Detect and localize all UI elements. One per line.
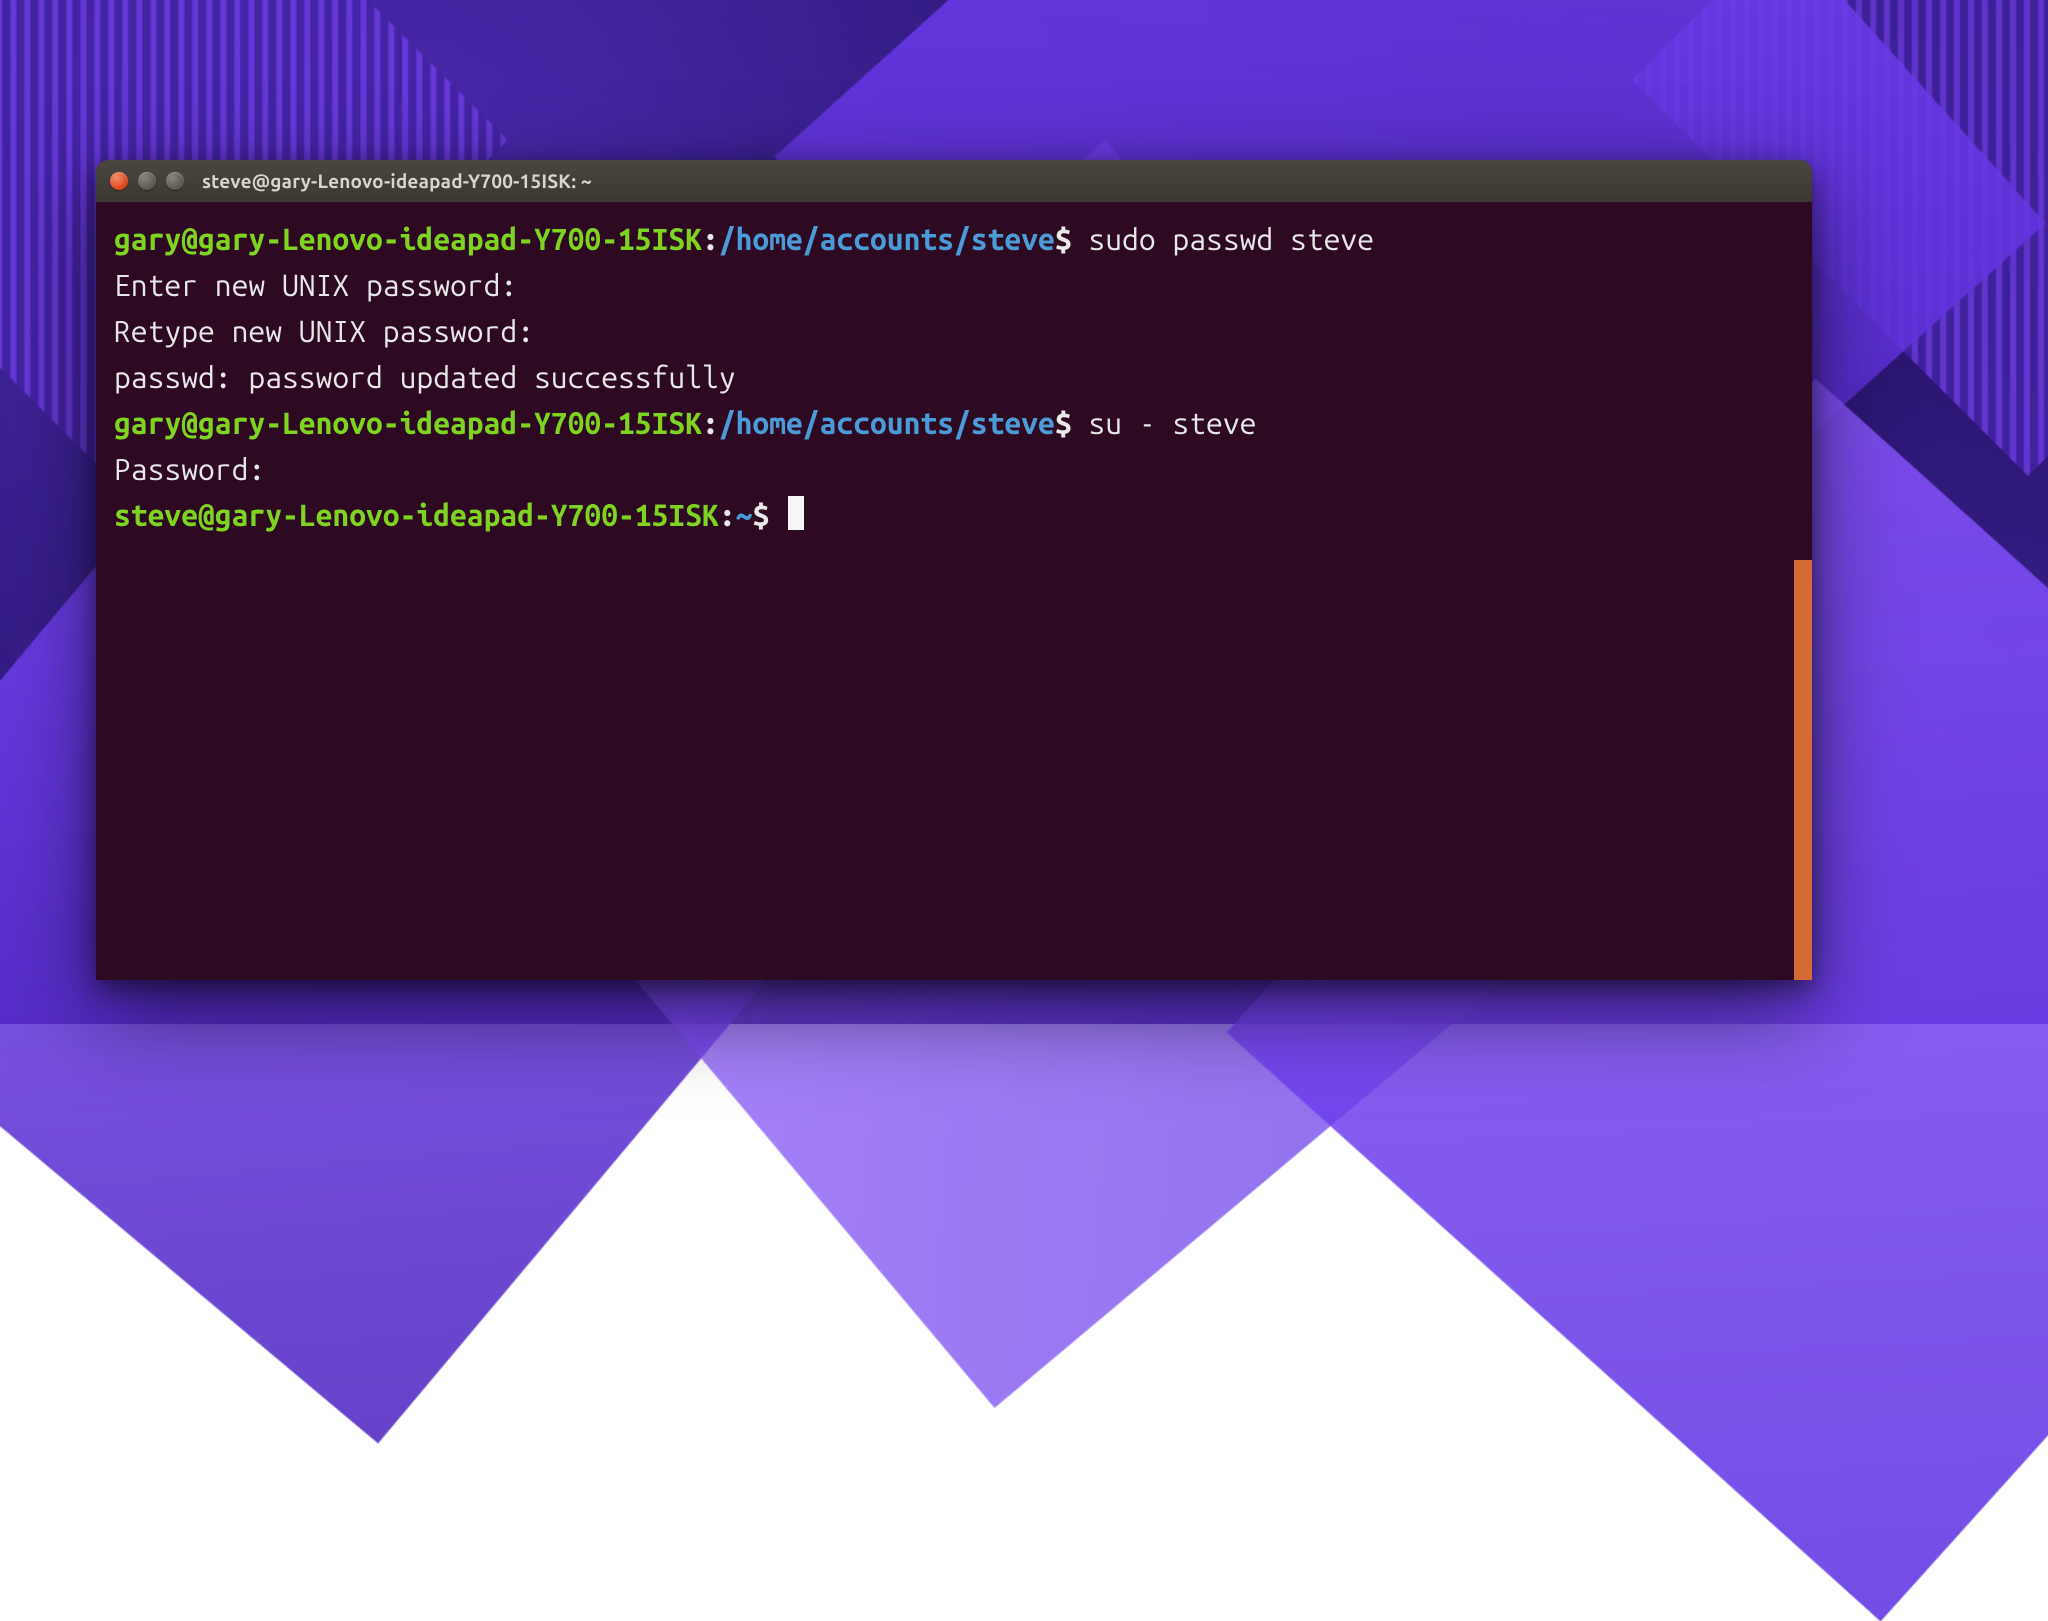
output-text: Password: <box>114 452 282 486</box>
output-text: Enter new UNIX password: <box>114 268 534 302</box>
window-title: steve@gary-Lenovo-ideapad-Y700-15ISK: ~ <box>202 170 592 192</box>
command-text: su - steve <box>1088 406 1256 440</box>
terminal-prompt-line: steve@gary-Lenovo-ideapad-Y700-15ISK:~$ <box>114 492 1794 538</box>
window-titlebar[interactable]: steve@gary-Lenovo-ideapad-Y700-15ISK: ~ <box>96 160 1812 203</box>
terminal-output-line: Enter new UNIX password: <box>114 262 1794 308</box>
terminal-output-line: Password: <box>114 446 1794 492</box>
prompt-path: /home/accounts/steve <box>719 406 1055 440</box>
close-icon[interactable] <box>110 172 128 190</box>
minimize-icon[interactable] <box>138 172 156 190</box>
prompt-user: gary@gary-Lenovo-ideapad-Y700-15ISK <box>114 406 702 440</box>
prompt-path: /home/accounts/steve <box>719 222 1055 256</box>
terminal-prompt-line: gary@gary-Lenovo-ideapad-Y700-15ISK:/hom… <box>114 216 1794 262</box>
prompt-dollar: $ <box>752 498 786 532</box>
output-text: passwd: password updated successfully <box>114 360 736 394</box>
terminal-body[interactable]: gary@gary-Lenovo-ideapad-Y700-15ISK:/hom… <box>96 202 1812 980</box>
terminal-window: steve@gary-Lenovo-ideapad-Y700-15ISK: ~ … <box>96 160 1812 980</box>
prompt-dollar: $ <box>1055 222 1089 256</box>
cursor-icon <box>788 496 804 530</box>
terminal-prompt-line: gary@gary-Lenovo-ideapad-Y700-15ISK:/hom… <box>114 400 1794 446</box>
terminal-output-line: passwd: password updated successfully <box>114 354 1794 400</box>
prompt-user: steve@gary-Lenovo-ideapad-Y700-15ISK <box>114 498 719 532</box>
output-text: Retype new UNIX password: <box>114 314 551 348</box>
prompt-dollar: $ <box>1055 406 1089 440</box>
terminal-output-line: Retype new UNIX password: <box>114 308 1794 354</box>
scrollbar[interactable] <box>1794 560 1812 980</box>
prompt-colon: : <box>702 406 719 440</box>
prompt-colon: : <box>719 498 736 532</box>
maximize-icon[interactable] <box>166 172 184 190</box>
prompt-colon: : <box>702 222 719 256</box>
command-text: sudo passwd steve <box>1088 222 1374 256</box>
prompt-user: gary@gary-Lenovo-ideapad-Y700-15ISK <box>114 222 702 256</box>
prompt-path: ~ <box>736 498 753 532</box>
